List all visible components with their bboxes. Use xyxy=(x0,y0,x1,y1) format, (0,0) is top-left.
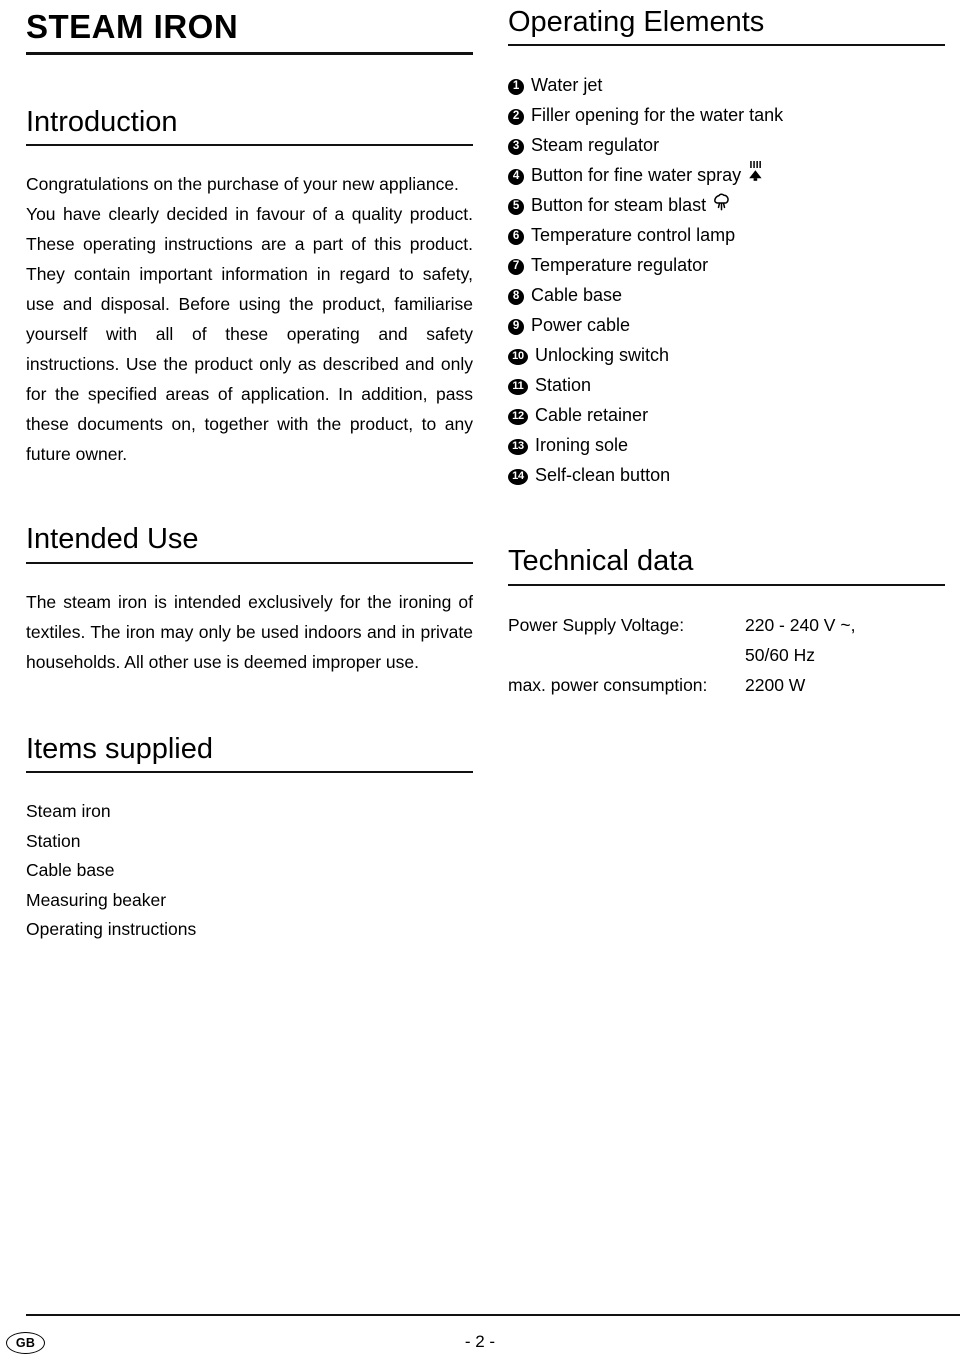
operating-element-label: Cable retainer xyxy=(535,405,649,426)
items-supplied-list: Steam iron Station Cable base Measuring bea… xyxy=(26,797,473,945)
heading-introduction: Introduction xyxy=(26,106,178,138)
document-page: STEAM IRON Introduction Congratulations … xyxy=(0,0,960,1367)
element-number-badge: 13 xyxy=(508,438,528,455)
operating-element-item: 8 Cable base xyxy=(508,280,945,310)
element-number-badge: 3 xyxy=(508,139,524,156)
operating-element-item: 7 Temperature regulator xyxy=(508,250,945,280)
element-number-badge: 2 xyxy=(508,109,524,126)
intended-use-paragraph: The steam iron is intended exclusively f… xyxy=(26,591,473,672)
steam-blast-icon xyxy=(713,190,730,220)
technical-data-value: 50/60 Hz xyxy=(745,644,816,665)
operating-element-item: 13 Ironing sole xyxy=(508,430,945,460)
operating-element-label: Button for fine water spray xyxy=(531,165,742,186)
element-number-badge: 5 xyxy=(508,199,524,216)
page-footer: GB - 2 - xyxy=(0,1314,960,1367)
footer-rule xyxy=(26,1314,960,1316)
water-spray-icon xyxy=(748,160,763,190)
items-supplied-item: Measuring beaker xyxy=(26,889,167,910)
element-number-badge: 1 xyxy=(508,79,524,96)
operating-element-label: Cable base xyxy=(531,285,623,306)
introduction-rule xyxy=(26,144,473,147)
operating-element-label: Power cable xyxy=(531,315,631,336)
technical-data-label xyxy=(508,640,745,670)
operating-element-item: 5 Button for steam blast xyxy=(508,190,945,220)
technical-data-row: max. power consumption: 2200 W xyxy=(508,670,855,700)
operating-element-item: 6 Temperature control lamp xyxy=(508,220,945,250)
technical-data-label: max. power consumption: xyxy=(508,674,708,695)
operating-element-label: Steam regulator xyxy=(531,135,660,156)
right-column: Operating Elements 1 Water jet 2 Filler ope… xyxy=(508,0,945,700)
operating-element-label: Water jet xyxy=(531,75,603,96)
operating-element-item: 9 Power cable xyxy=(508,310,945,340)
technical-data-value: 220 - 240 V ~, xyxy=(745,614,856,635)
items-supplied-item: Operating instructions xyxy=(26,919,197,940)
operating-element-item: 12 Cable retainer xyxy=(508,400,945,430)
operating-element-label: Button for steam blast xyxy=(531,195,707,216)
introduction-paragraph-1: Congratulations on the purchase of your … xyxy=(26,174,459,195)
technical-data-rule xyxy=(508,583,945,586)
element-number-badge: 11 xyxy=(508,378,528,395)
intended-use-text: The steam iron is intended exclusively f… xyxy=(26,587,473,677)
element-number-badge: 10 xyxy=(508,348,528,365)
intended-use-rule xyxy=(26,561,473,564)
items-supplied-item: Station xyxy=(26,830,81,851)
heading-items-supplied: Items supplied xyxy=(26,732,213,765)
page-title: STEAM IRON xyxy=(26,8,239,45)
operating-element-item: 2 Filler opening for the water tank xyxy=(508,100,945,130)
element-number-badge: 12 xyxy=(508,408,528,425)
introduction-text: Congratulations on the purchase of your … xyxy=(26,169,473,469)
page-number: - 2 - xyxy=(464,1332,496,1351)
left-column: STEAM IRON Introduction Congratulations … xyxy=(26,0,473,945)
operating-element-item: 11 Station xyxy=(508,370,945,400)
element-number-badge: 9 xyxy=(508,319,524,336)
technical-data-row: 50/60 Hz xyxy=(508,640,855,670)
technical-data-value: 2200 W xyxy=(745,674,806,695)
technical-data-label: Power Supply Voltage: xyxy=(508,614,685,635)
heading-operating-elements: Operating Elements xyxy=(508,6,765,38)
operating-element-item: 3 Steam regulator xyxy=(508,130,945,160)
operating-elements-list: 1 Water jet 2 Filler opening for the water … xyxy=(508,70,945,490)
element-number-badge: 6 xyxy=(508,229,524,246)
introduction-paragraph-2: You have clearly decided in favour of a … xyxy=(26,204,473,465)
technical-data-table: Power Supply Voltage: 220 - 240 V ~, 50/60… xyxy=(508,610,855,700)
heading-intended-use: Intended Use xyxy=(26,523,199,556)
element-number-badge: 8 xyxy=(508,289,524,306)
technical-data-row: Power Supply Voltage: 220 - 240 V ~, xyxy=(508,610,855,640)
operating-element-label: Unlocking switch xyxy=(535,345,670,366)
items-supplied-rule xyxy=(26,771,473,774)
items-supplied-item: Steam iron xyxy=(26,801,111,822)
operating-element-label: Self-clean button xyxy=(535,465,671,486)
operating-element-label: Filler opening for the water tank xyxy=(531,105,784,126)
operating-element-item: 4 Button for fine water spray xyxy=(508,160,945,190)
element-number-badge: 4 xyxy=(508,169,524,186)
operating-element-item: 1 Water jet xyxy=(508,70,945,100)
operating-element-label: Ironing sole xyxy=(535,435,629,456)
element-number-badge: 7 xyxy=(508,259,524,276)
operating-element-label: Temperature control lamp xyxy=(531,225,736,246)
items-supplied-item: Cable base xyxy=(26,860,115,881)
operating-element-label: Temperature regulator xyxy=(531,255,709,276)
element-number-badge: 14 xyxy=(508,468,528,485)
title-rule xyxy=(26,52,473,55)
operating-element-label: Station xyxy=(535,375,592,396)
operating-element-item: 10 Unlocking switch xyxy=(508,340,945,370)
heading-technical-data: Technical data xyxy=(508,545,694,578)
operating-elements-rule xyxy=(508,44,945,47)
operating-element-item: 14 Self-clean button xyxy=(508,460,945,490)
